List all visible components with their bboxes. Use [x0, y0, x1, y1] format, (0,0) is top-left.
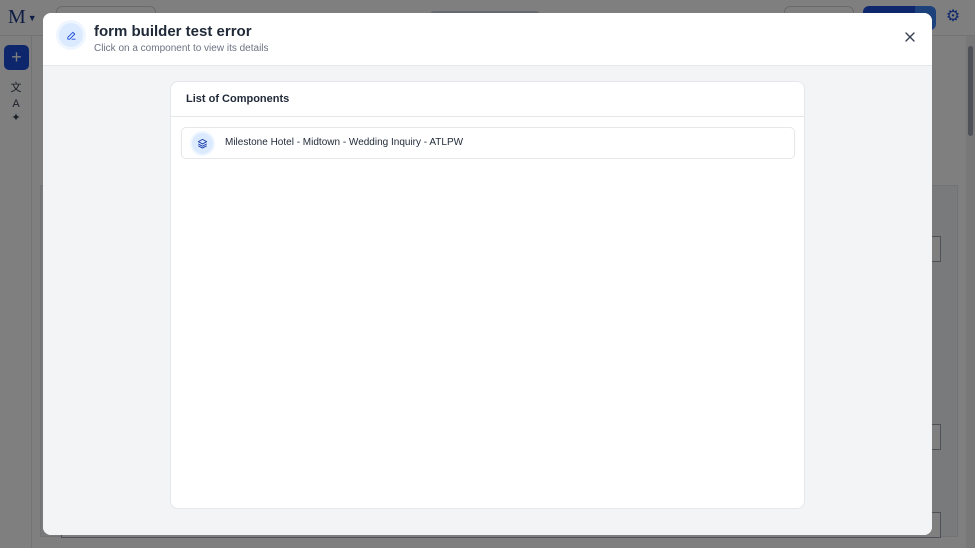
component-details-modal: form builder test error Click on a compo… — [43, 13, 932, 535]
components-card: List of Components Milestone Hotel - Mid… — [170, 81, 805, 509]
component-list-item-label: Milestone Hotel - Midtown - Wedding Inqu… — [225, 137, 464, 148]
pencil-icon — [59, 23, 83, 47]
modal-subtitle: Click on a component to view its details — [94, 43, 269, 54]
card-header: List of Components — [171, 82, 804, 117]
component-list-item[interactable]: Milestone Hotel - Midtown - Wedding Inqu… — [181, 127, 795, 159]
modal-body: List of Components Milestone Hotel - Mid… — [43, 66, 932, 535]
layers-icon — [192, 133, 213, 154]
modal-header: form builder test error Click on a compo… — [43, 13, 932, 66]
modal-title: form builder test error — [94, 23, 252, 40]
close-icon[interactable] — [903, 30, 917, 44]
card-title: List of Components — [186, 93, 290, 105]
